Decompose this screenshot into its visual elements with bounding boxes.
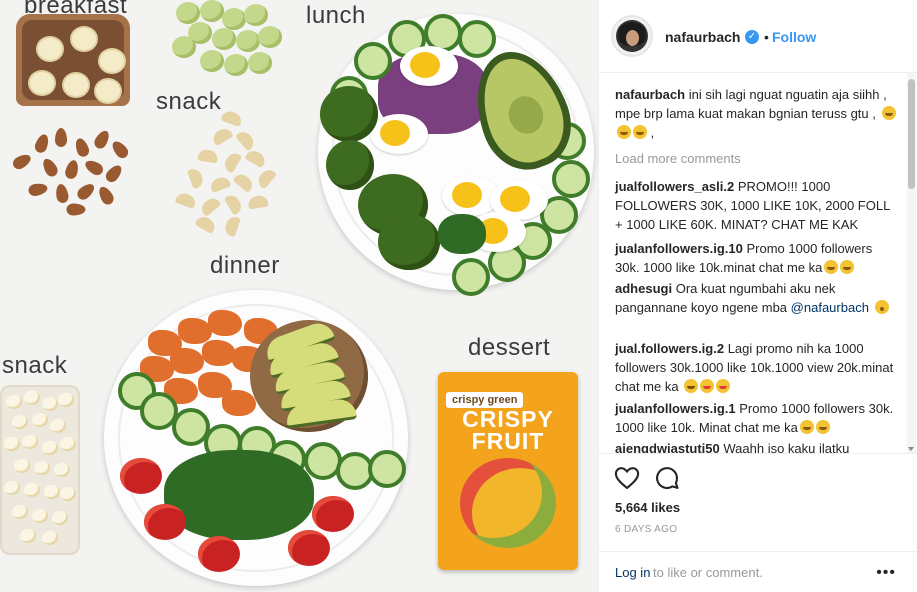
- kiss-emoji-icon: [700, 379, 715, 393]
- dinner-plate: [104, 290, 408, 586]
- comment-icon[interactable]: [653, 464, 681, 492]
- avatar[interactable]: [611, 15, 653, 57]
- scroll-down-arrow-icon[interactable]: [908, 447, 914, 451]
- smile-emoji-icon: [840, 260, 855, 274]
- comments-scrollbar[interactable]: [907, 73, 916, 453]
- post-actions: 5,664 likes 6 DAYS AGO Log in to like or…: [599, 453, 917, 592]
- mango-image: [460, 458, 556, 548]
- label-lunch: lunch: [306, 2, 366, 29]
- comment-username[interactable]: jual.followers.ig.2: [615, 341, 724, 356]
- comment-item: jualanfollowers.ig.1 Promo 1000 follower…: [615, 399, 897, 437]
- smile-emoji-icon: [824, 260, 839, 274]
- comment-username[interactable]: adhesugi: [615, 281, 672, 296]
- separator-dot: •: [764, 29, 769, 45]
- comment-item: jualfollowers_asli.2 PROMO!!! 1000 FOLLO…: [615, 177, 897, 234]
- follow-button[interactable]: Follow: [772, 29, 816, 45]
- heart-icon[interactable]: [613, 464, 641, 492]
- comment-username[interactable]: jualanfollowers.ig.10: [615, 241, 743, 256]
- smile-emoji-icon: [815, 420, 830, 434]
- label-snack-left: snack: [2, 352, 68, 379]
- post-timestamp: 6 DAYS AGO: [615, 524, 678, 535]
- grin-emoji-icon: [881, 106, 896, 120]
- comment-item: jual.followers.ig.2 Lagi promo nih ka 10…: [615, 339, 897, 396]
- toast: [16, 14, 130, 106]
- login-prompt: to like or comment.: [653, 565, 763, 580]
- wink-emoji-icon: [684, 379, 699, 393]
- likes-count[interactable]: 5,664 likes: [615, 500, 680, 515]
- comments-list[interactable]: nafaurbach ini sih lagi nguat nguatin aj…: [599, 73, 917, 453]
- label-snack-top: snack: [156, 88, 222, 115]
- lunch-plate: [318, 14, 594, 296]
- comment-item: jualanfollowers.ig.10 Promo 1000 followe…: [615, 239, 897, 277]
- kiss-emoji-icon: [716, 379, 731, 393]
- load-more-comments[interactable]: Load more comments: [615, 151, 741, 166]
- bag-title-line2: FRUIT: [471, 428, 545, 454]
- more-options-icon[interactable]: •••: [876, 564, 896, 582]
- popcorn-container: [0, 385, 80, 555]
- post-username[interactable]: nafaurbach: [665, 29, 740, 45]
- comment-username[interactable]: aiengdwiastuti50: [615, 441, 720, 453]
- login-link[interactable]: Log in: [615, 565, 650, 580]
- post-photo[interactable]: breakfast snack lunch dinner snack desse…: [0, 0, 598, 592]
- comment-username[interactable]: nafaurbach: [615, 87, 685, 102]
- post-side-panel: nafaurbach ✓ • Follow nafaurbach ini sih…: [598, 0, 917, 592]
- bag-title-line1: CRISPY: [462, 406, 554, 432]
- post-header: nafaurbach ✓ • Follow: [599, 0, 917, 73]
- smile-emoji-icon: [799, 420, 814, 434]
- comment-username[interactable]: jualanfollowers.ig.1: [615, 401, 736, 416]
- grin-emoji-icon: [633, 125, 647, 139]
- comment-text: Waahh iso kaku ilatku: [723, 441, 850, 453]
- caption: nafaurbach ini sih lagi nguat nguatin aj…: [615, 85, 897, 142]
- scrollbar-thumb[interactable]: [908, 79, 915, 189]
- comment-mention[interactable]: @nafaurbach: [791, 300, 869, 315]
- label-dessert: dessert: [468, 334, 551, 361]
- grin-emoji-icon: [617, 125, 631, 139]
- comment-item: adhesugi Ora kuat ngumbahi aku nek panga…: [615, 279, 897, 317]
- login-row: Log in to like or comment. •••: [599, 551, 917, 592]
- comment-username[interactable]: jualfollowers_asli.2: [615, 179, 734, 194]
- surprised-emoji-icon: [874, 300, 889, 314]
- verified-badge-icon: ✓: [745, 30, 759, 44]
- crispy-fruit-bag: crispy green CRISPY FRUIT: [438, 372, 578, 570]
- comment-item: aiengdwiastuti50 Waahh iso kaku ilatku: [615, 439, 897, 453]
- label-dinner: dinner: [210, 252, 280, 279]
